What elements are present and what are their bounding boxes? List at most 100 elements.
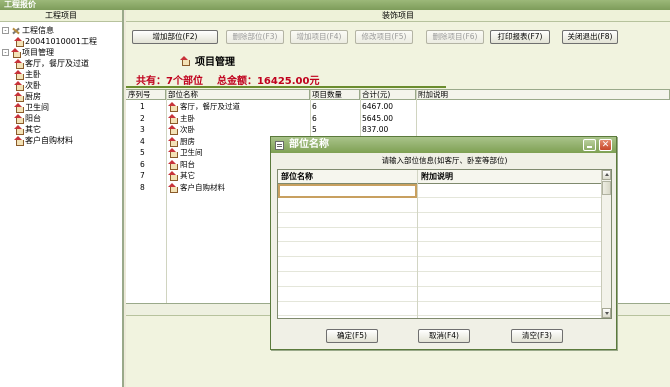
tree-item-label: 其它 — [25, 125, 41, 134]
minimize-button[interactable] — [583, 139, 596, 151]
col-seq-cell: 8 — [140, 182, 145, 192]
grid-row[interactable] — [278, 302, 602, 317]
grid-row[interactable] — [278, 288, 602, 302]
house-icon — [168, 102, 178, 113]
collapse-toggle-icon[interactable]: - — [2, 27, 9, 34]
parts-table-header: 序列号 部位名称 项目数量 合计(元) 附加说明 — [126, 90, 670, 100]
col-item-count-cell: 5 — [312, 125, 317, 134]
col-item-count-cell: 6 — [312, 113, 317, 123]
col-seq-cell: 3 — [140, 125, 145, 134]
summary: 共有：7个部位 总金额：16425.00元 — [136, 72, 319, 87]
table-row[interactable]: 1 客厅，餐厅及过道 6 6467.00 — [126, 101, 670, 113]
close-button[interactable]: ✕ — [599, 139, 612, 151]
grid-row[interactable] — [278, 273, 602, 287]
part-count: 共有：7个部位 — [136, 76, 203, 87]
delete-part-button[interactable]: 删除部位(F3) — [226, 30, 284, 44]
tree-item[interactable]: 客户自购材料 — [14, 135, 73, 146]
tree-item[interactable]: - 项目管理 — [2, 47, 54, 58]
grid-row[interactable] — [278, 258, 602, 272]
house-icon — [14, 70, 24, 80]
decoration-pane-header: 装饰项目 — [126, 10, 670, 22]
tree-item[interactable]: 主卧 — [14, 69, 41, 80]
tree-item[interactable]: 厨房 — [14, 91, 41, 102]
house-icon — [14, 37, 24, 47]
edit-item-button[interactable]: 修改项目(F5) — [355, 30, 413, 44]
table-row[interactable]: 3 次卧 5 837.00 — [126, 124, 670, 136]
tree-item[interactable]: 其它 — [14, 124, 41, 135]
grid-row[interactable] — [278, 199, 602, 213]
house-icon — [168, 125, 178, 136]
grid-row[interactable] — [278, 214, 602, 228]
print-report-button[interactable]: 打印报表(F7) — [490, 30, 550, 44]
clear-button[interactable]: 清空(F3) — [511, 329, 563, 343]
house-icon — [14, 92, 24, 102]
part-name-cell: 客厅，餐厅及过道 — [166, 101, 310, 113]
cancel-button[interactable]: 取消(F4) — [418, 329, 470, 343]
part-entry-grid: 部位名称 附加说明 — [277, 169, 612, 319]
ok-button[interactable]: 确定(F5) — [326, 329, 378, 343]
part-name-cell: 主卧 — [166, 113, 310, 125]
part-name-cell: 次卧 — [166, 124, 310, 136]
col-note-header[interactable]: 附加说明 — [416, 90, 670, 100]
tree-pane-header: 工程项目 — [0, 10, 122, 22]
col-seq-cell: 6 — [140, 159, 145, 169]
close-exit-button[interactable]: 关闭退出(F8) — [562, 30, 618, 44]
col-note-cell — [416, 101, 670, 113]
grid-vertical-scrollbar[interactable] — [601, 170, 611, 318]
project-tree-pane: 工程项目 - 工程信息 20041010001工程 - 项目管理 客厅，餐厅及过道 主卧 次卧… — [0, 10, 124, 387]
part-name-text: 卫生间 — [180, 148, 203, 157]
col-seq-cell: 4 — [140, 136, 145, 146]
house-icon — [168, 182, 178, 193]
grid-row[interactable] — [278, 228, 602, 243]
dialog-title-bar[interactable]: 部位名称 ✕ — [271, 137, 616, 153]
house-icon — [14, 81, 24, 91]
house-icon — [14, 125, 24, 135]
add-part-button[interactable]: 增加部位(F2) — [132, 30, 218, 44]
table-row[interactable]: 2 主卧 6 5645.00 — [126, 113, 670, 125]
tree-item[interactable]: 卫生间 — [14, 102, 49, 113]
tree-item-label: 卫生间 — [25, 103, 49, 112]
tree-item[interactable]: 次卧 — [14, 80, 41, 91]
house-icon — [168, 148, 178, 159]
tree-item[interactable]: 阳台 — [14, 113, 41, 124]
tree-item[interactable]: 客厅，餐厅及过道 — [14, 58, 89, 69]
house-icon — [180, 56, 190, 66]
tree-item-label: 工程信息 — [22, 26, 54, 35]
scroll-up-arrow-icon[interactable] — [602, 170, 611, 180]
tree-item-label: 厨房 — [25, 92, 41, 101]
section-title: 项目管理 — [180, 53, 235, 68]
tree-item[interactable]: - 工程信息 — [2, 25, 54, 36]
delete-item-button[interactable]: 删除项目(F6) — [426, 30, 484, 44]
col-seq-cell: 1 — [140, 102, 145, 111]
tree-item-label: 20041010001工程 — [25, 37, 97, 46]
collapse-toggle-icon[interactable]: - — [2, 49, 9, 56]
section-title-text: 项目管理 — [195, 57, 235, 68]
house-icon — [168, 159, 178, 170]
col-note-cell — [416, 124, 670, 136]
col-item-count-header[interactable]: 项目数量 — [310, 90, 360, 100]
window-title: 工程报价 — [4, 0, 36, 9]
dialog-window-icon — [275, 141, 284, 150]
col-total-cell: 5645.00 — [362, 113, 394, 123]
tree-item-label: 主卧 — [25, 70, 41, 79]
house-icon — [14, 114, 24, 124]
house-icon — [14, 103, 24, 113]
part-name-text: 主卧 — [180, 113, 195, 123]
scroll-thumb[interactable] — [602, 181, 611, 195]
house-icon — [168, 113, 178, 124]
part-name-text: 客厅，餐厅及过道 — [180, 102, 240, 111]
add-item-button[interactable]: 增加项目(F4) — [290, 30, 348, 44]
summary-underline — [126, 86, 446, 88]
tree-item[interactable]: 20041010001工程 — [14, 36, 97, 47]
grid-row[interactable] — [278, 243, 602, 258]
col-total-header[interactable]: 合计(元) — [360, 90, 416, 100]
scroll-down-arrow-icon[interactable] — [602, 308, 611, 318]
part-name-input[interactable] — [278, 184, 417, 198]
col-seq-header[interactable]: 序列号 — [126, 90, 166, 100]
part-name-text: 其它 — [180, 171, 195, 180]
col-seq-cell: 7 — [140, 171, 145, 180]
part-name-text: 次卧 — [180, 125, 195, 134]
tree-item-label: 客厅，餐厅及过道 — [25, 59, 89, 68]
dialog-title: 部位名称 — [289, 139, 329, 150]
col-part-name-header[interactable]: 部位名称 — [166, 90, 310, 100]
